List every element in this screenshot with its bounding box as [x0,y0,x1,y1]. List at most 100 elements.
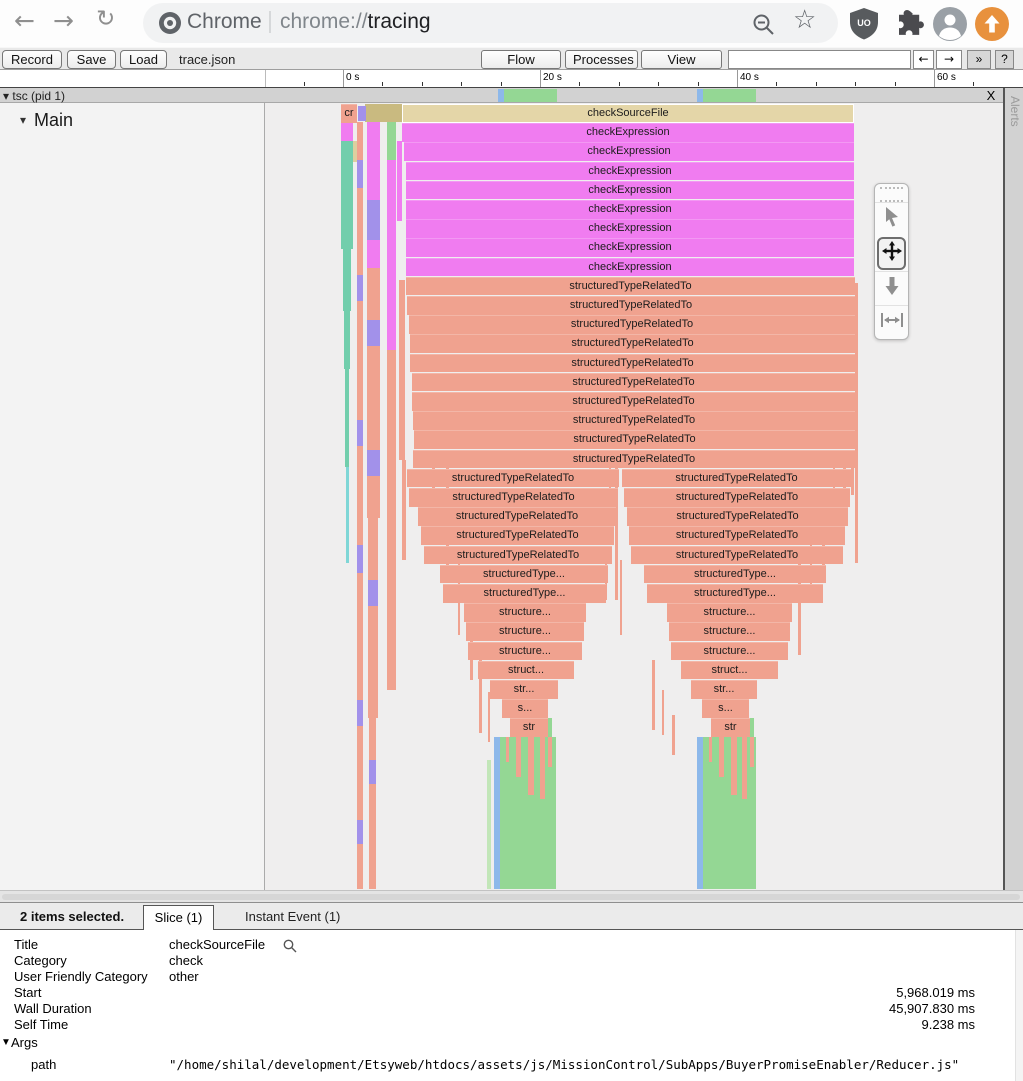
forward-icon[interactable]: → [53,6,74,35]
property-label: Wall Duration [14,1001,92,1017]
tab-slice[interactable]: Slice (1) [143,905,214,930]
help-button[interactable]: ? [995,50,1014,69]
address-bar[interactable]: Chrome | chrome://tracing ☆ [143,3,838,43]
url-text: chrome://tracing [280,10,431,34]
view-options-button[interactable]: View Options [641,50,722,69]
collapse-triangle-icon[interactable]: ▾ [20,113,26,127]
ruler-tick-label: 20 s [543,72,562,83]
ruler-tick-minor [422,82,423,86]
load-button[interactable]: Load [120,50,167,69]
property-row: TitlecheckSourceFile [0,937,1023,953]
ruler-tick-minor [895,82,896,86]
property-row: Categorycheck [0,953,1023,969]
property-label: User Friendly Category [14,969,148,985]
ruler-tick-label: 60 s [937,72,956,83]
track-label-panel: ▾Main [0,103,265,890]
ruler-tick-minor [658,82,659,86]
property-value: 5,968.019 ms [896,985,975,1001]
more-tools-button[interactable]: » [967,50,991,69]
property-label: Title [14,937,38,953]
arg-path-label: path [31,1057,56,1073]
process-track-header[interactable]: ▾ tsc (pid 1) X [0,88,1003,103]
property-row: User Friendly Category other [0,969,1023,985]
ruler-tick-minor [619,82,620,86]
ruler-tick-minor [501,82,502,86]
arg-path-value: "/home/shilal/development/Etsyweb/htdocs… [169,1057,959,1073]
chrome-logo-icon [158,11,182,40]
reload-icon[interactable]: ↻ [96,6,115,32]
selection-summary: 2 items selected. [20,909,124,924]
property-row: Wall Duration 45,907.830 ms [0,1001,1023,1017]
ruler-tick-minor [304,82,305,86]
side-panel-tab-list: File Size StatsMetricsFrame DataInput La… [1007,96,1023,199]
collapse-triangle-icon[interactable]: ▾ [3,89,9,103]
thread-label[interactable]: ▾Main [20,110,73,131]
analysis-panel: 2 items selected. Slice (1) Instant Even… [0,903,1023,1081]
property-row: Self Time 9.238 ms [0,1017,1023,1033]
ruler-tick-minor [973,82,974,86]
ruler-tick-major [540,70,541,87]
ruler-tick-label: 0 s [346,72,359,83]
pan-tool-button[interactable] [877,237,906,270]
analysis-header: 2 items selected. Slice (1) Instant Even… [0,903,1023,930]
property-label: Category [14,953,67,969]
find-prev-button[interactable]: ← [913,50,934,69]
property-label: Self Time [14,1017,68,1033]
move-arrows-icon [882,241,902,266]
tool-palette[interactable] [874,183,909,340]
horizontal-measure-icon [881,312,903,333]
omnibox-divider: | [267,7,273,34]
save-button[interactable]: Save [67,50,116,69]
ruler-tick-label: 40 s [740,72,759,83]
analysis-scrollbar[interactable] [1015,930,1023,1081]
browser-update-icon[interactable] [975,7,1009,46]
zoom-out-icon[interactable] [750,11,778,44]
process-label[interactable]: ▾ tsc (pid 1) [3,89,65,103]
property-value: 45,907.830 ms [889,1001,975,1017]
svg-text:UO: UO [857,18,871,28]
timeline-ruler[interactable]: 0 s 20 s 40 s 60 s [0,70,1023,88]
record-button[interactable]: Record [2,50,62,69]
arg-path-row: path "/home/shilal/development/Etsyweb/h… [0,1057,1023,1073]
ruler-tick-minor [461,82,462,86]
sidebar-tab-alerts[interactable]: Alerts [1007,96,1023,173]
cursor-arrow-icon [882,206,902,233]
find-input[interactable] [728,50,911,69]
args-collapse-icon[interactable]: ▼ [1,1035,11,1051]
url-scheme: chrome:// [280,10,368,33]
close-track-button[interactable]: X [984,88,998,103]
horizontal-scrollbar-thumb[interactable] [2,894,1020,900]
palette-drag-handle[interactable] [880,187,903,202]
extensions-puzzle-icon[interactable] [895,7,925,42]
ublock-shield-icon[interactable]: UO [848,7,880,45]
property-value: 9.238 ms [922,1017,975,1033]
down-arrow-icon [884,276,900,301]
profile-avatar[interactable] [933,7,967,46]
tab-instant-event[interactable]: Instant Event (1) [245,909,340,924]
url-path: tracing [368,10,431,33]
slice-properties-table: TitlecheckSourceFileCategorycheckUser Fr… [0,930,1023,1081]
ruler-ticks: 0 s 20 s 40 s 60 s [0,70,1003,87]
horizontal-scrollbar[interactable] [0,890,1023,903]
ruler-tick-minor [855,82,856,86]
back-icon[interactable]: ← [14,6,35,35]
timeline-track-area[interactable]: ▾Main [0,103,1003,890]
bookmark-star-icon[interactable]: ☆ [793,5,816,35]
site-name: Chrome [187,10,262,34]
zoom-tool-button[interactable] [875,271,908,305]
processes-button[interactable]: Processes [565,50,638,69]
find-next-button[interactable]: → [936,50,962,69]
ruler-tick-minor [816,82,817,86]
select-tool-button[interactable] [875,202,908,236]
property-value: other [169,969,199,985]
timing-tool-button[interactable] [875,305,908,339]
args-label: Args [11,1035,38,1051]
tracing-toolbar: Record Save Load trace.json Flow events … [0,47,1023,70]
flow-events-button[interactable]: Flow events [481,50,561,69]
ruler-tick-minor [698,82,699,86]
ruler-tick-minor [382,82,383,86]
ruler-tick-minor [776,82,777,86]
side-panel-tabs: File Size StatsMetricsFrame DataInput La… [1003,88,1023,903]
args-section-row[interactable]: ▼ Args [0,1035,1023,1051]
trace-filename: trace.json [179,52,235,67]
